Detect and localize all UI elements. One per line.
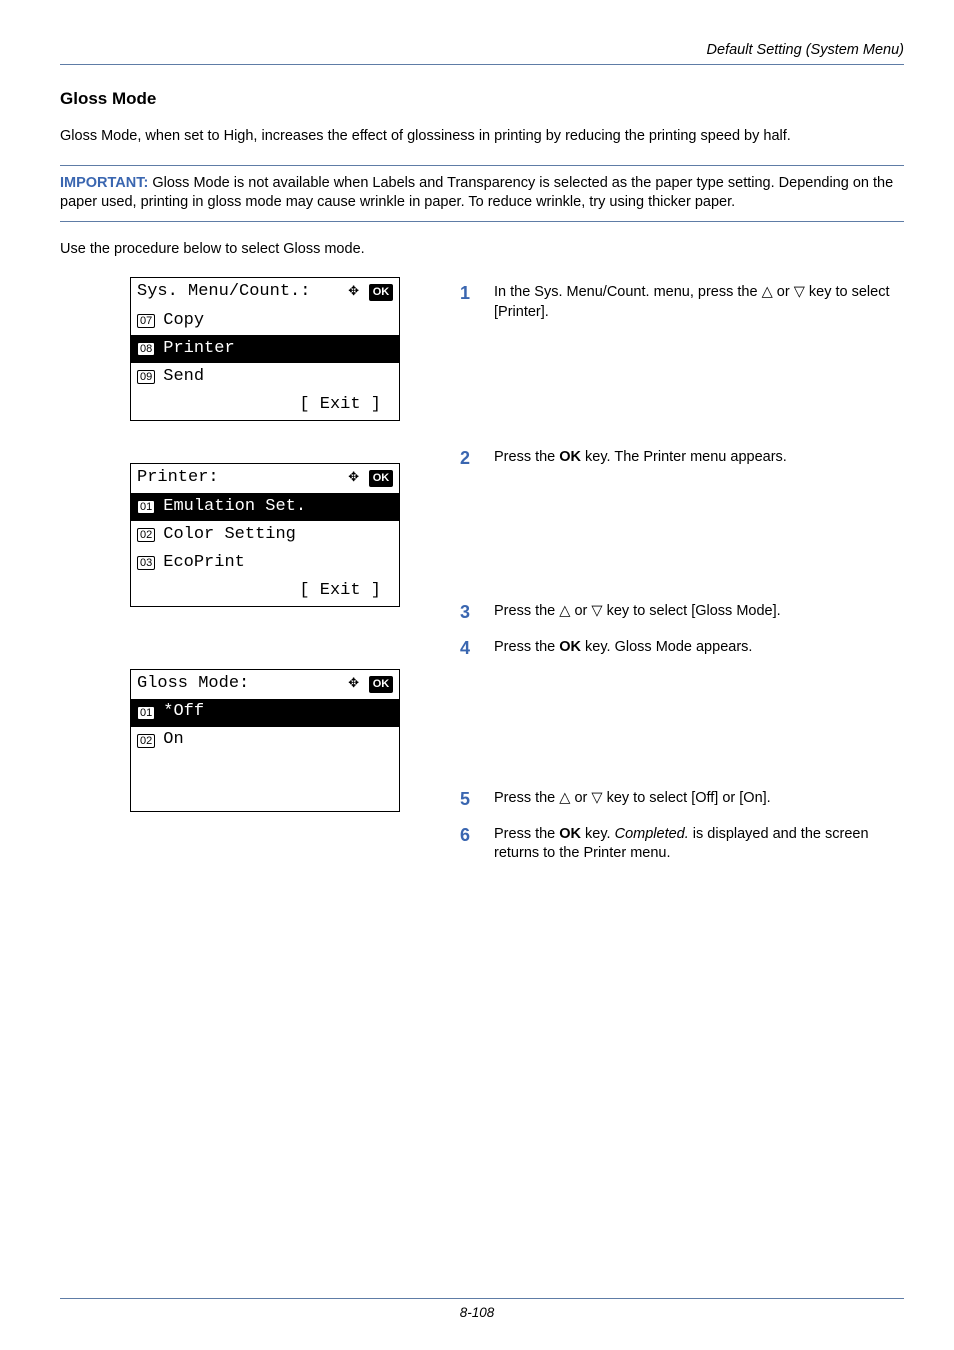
step-number-3: 3	[460, 602, 476, 624]
nav-arrows-icon: ✥	[349, 281, 359, 304]
steps-column: 1 In the Sys. Menu/Count. menu, press th…	[460, 277, 904, 878]
step-1-text: In the Sys. Menu/Count. menu, press the …	[494, 283, 904, 322]
lcd1-item-copy: Copy	[163, 310, 393, 333]
lcd2-num-03: 03	[137, 556, 155, 570]
step-5-text: Press the △ or ▽ key to select [Off] or …	[494, 789, 904, 811]
lcd1-exit: [ Exit ]	[131, 391, 399, 420]
lcd1-num-07: 07	[137, 314, 155, 328]
down-triangle-icon: ▽	[591, 603, 602, 619]
step-2-text: Press the OK key. The Printer menu appea…	[494, 448, 904, 470]
lcd-screen-printer: Printer: ✥ OK 01 Emulation Set. 02 Color…	[130, 463, 400, 607]
header-right-title: Default Setting (System Menu)	[60, 42, 904, 60]
step-number-6: 6	[460, 825, 476, 864]
step-number-1: 1	[460, 283, 476, 322]
lcd-screen-sys-menu: Sys. Menu/Count.: ✥ OK 07 Copy 08 Printe…	[130, 277, 400, 421]
lcd1-item-send: Send	[163, 366, 393, 389]
intro-paragraph: Gloss Mode, when set to High, increases …	[60, 127, 904, 147]
lcd3-item-off: *Off	[163, 701, 393, 724]
lcd2-item-emulation: Emulation Set.	[163, 496, 393, 519]
lcd-column: Sys. Menu/Count.: ✥ OK 07 Copy 08 Printe…	[60, 277, 420, 854]
lcd3-title: Gloss Mode:	[137, 673, 349, 696]
step-number-2: 2	[460, 448, 476, 470]
lcd1-num-09: 09	[137, 370, 155, 384]
procedure-intro: Use the procedure below to select Gloss …	[60, 240, 904, 260]
important-text: Gloss Mode is not available when Labels …	[60, 175, 893, 211]
page-number: 8-108	[460, 1305, 495, 1320]
lcd3-num-01: 01	[137, 706, 155, 720]
section-title: Gloss Mode	[60, 89, 904, 109]
step-number-5: 5	[460, 789, 476, 811]
lcd3-item-on: On	[163, 729, 393, 752]
lcd2-num-02: 02	[137, 528, 155, 542]
footer-divider	[60, 1298, 904, 1299]
important-block: IMPORTANT: Gloss Mode is not available w…	[60, 165, 904, 222]
lcd1-item-printer: Printer	[163, 338, 393, 361]
ok-icon: OK	[369, 470, 393, 487]
up-triangle-icon: △	[762, 284, 773, 300]
lcd2-exit: [ Exit ]	[131, 577, 399, 606]
nav-arrows-icon: ✥	[349, 673, 359, 696]
step-number-4: 4	[460, 638, 476, 660]
nav-arrows-icon: ✥	[349, 467, 359, 490]
header-divider	[60, 64, 904, 65]
lcd1-title: Sys. Menu/Count.:	[137, 281, 349, 304]
step-6-text: Press the OK key. Completed. is displaye…	[494, 825, 904, 864]
lcd2-num-01: 01	[137, 500, 155, 514]
lcd1-num-08: 08	[137, 342, 155, 356]
lcd2-item-ecoprint: EcoPrint	[163, 552, 393, 575]
step-3-text: Press the △ or ▽ key to select [Gloss Mo…	[494, 602, 904, 624]
lcd-screen-gloss-mode: Gloss Mode: ✥ OK 01 *Off 02 On	[130, 669, 400, 812]
down-triangle-icon: ▽	[591, 790, 602, 806]
lcd3-num-02: 02	[137, 734, 155, 748]
lcd2-item-color: Color Setting	[163, 524, 393, 547]
lcd2-title: Printer:	[137, 467, 349, 490]
down-triangle-icon: ▽	[794, 284, 805, 300]
ok-icon: OK	[369, 676, 393, 693]
ok-icon: OK	[369, 284, 393, 301]
up-triangle-icon: △	[559, 790, 570, 806]
up-triangle-icon: △	[559, 603, 570, 619]
important-label: IMPORTANT:	[60, 175, 148, 191]
step-4-text: Press the OK key. Gloss Mode appears.	[494, 638, 904, 660]
